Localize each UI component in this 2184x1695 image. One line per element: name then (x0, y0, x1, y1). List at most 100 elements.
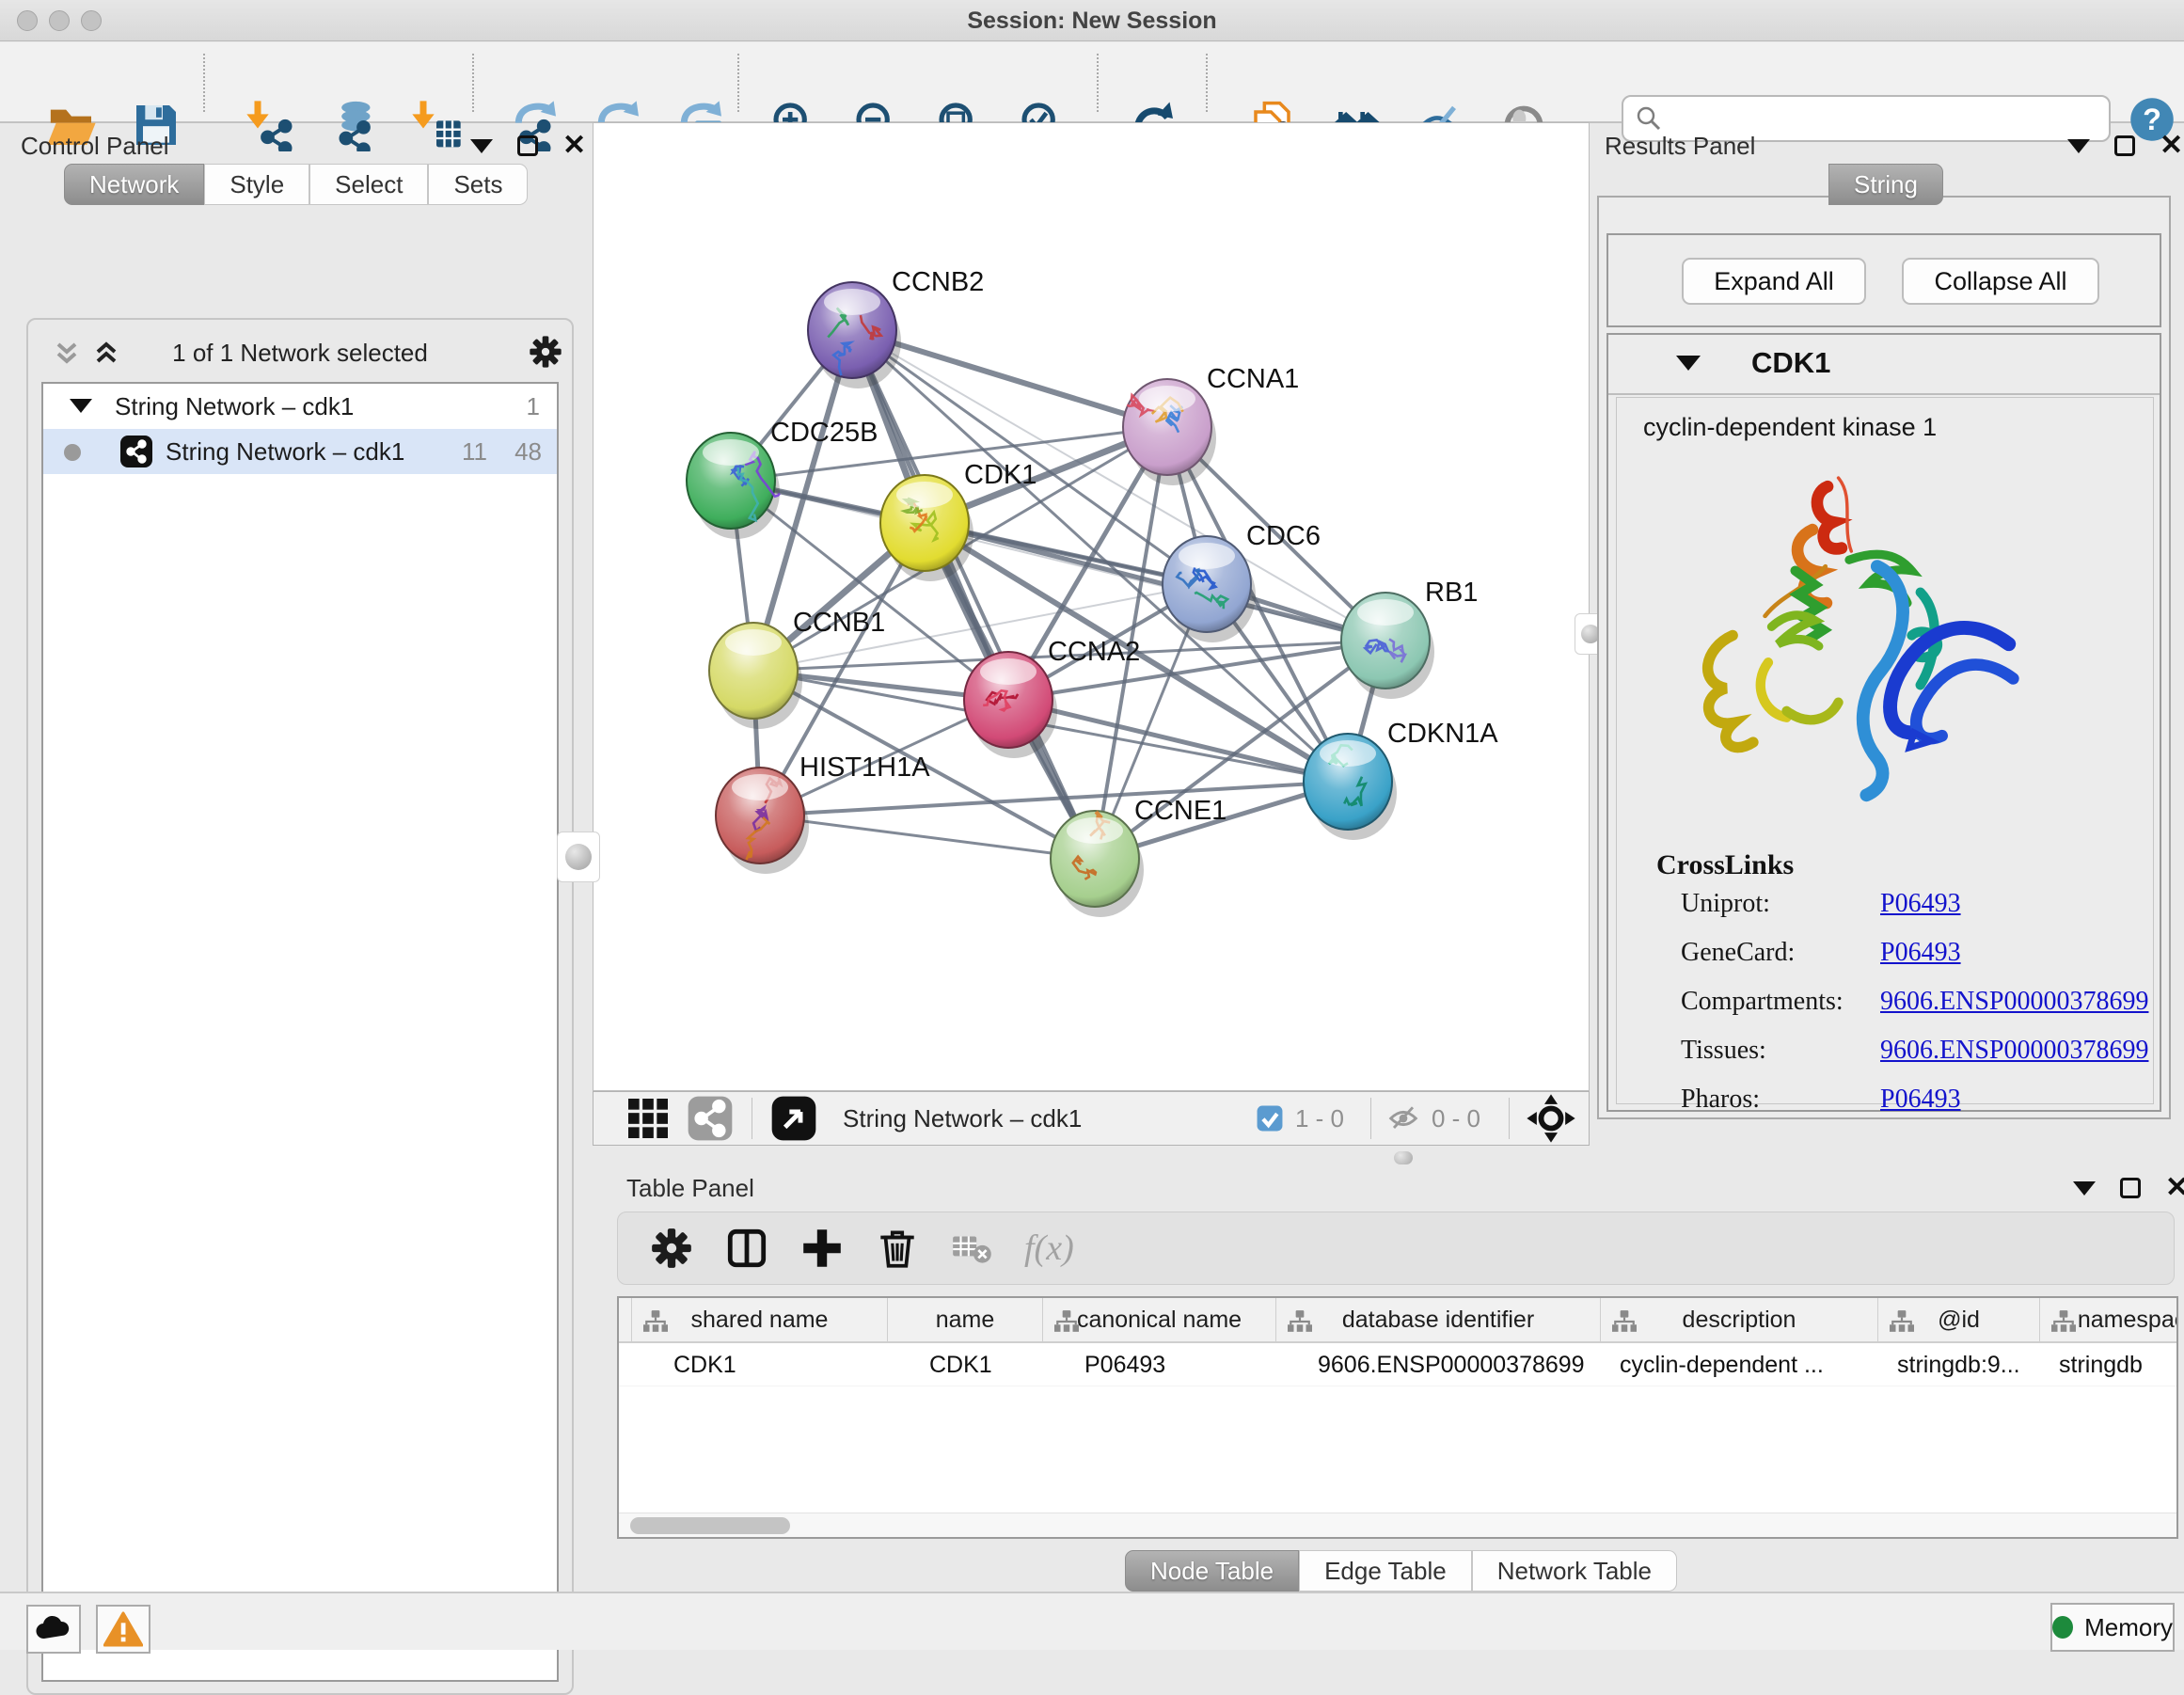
toolbar-separator (203, 54, 205, 112)
toolbar-separator (1097, 54, 1099, 112)
protein-structure-image (1666, 458, 2033, 834)
expand-all-button[interactable]: Expand All (1682, 258, 1866, 305)
result-entry-header[interactable]: CDK1 (1608, 335, 2160, 395)
network-canvas[interactable]: CCNB2CCNA1CDC25BCDK1CDC6RB1CCNB1CCNA2CDK… (593, 122, 1590, 1091)
panel-menu-icon[interactable] (2067, 139, 2090, 153)
tree-expand-icon[interactable] (70, 399, 92, 413)
string-view-icon[interactable] (682, 1090, 738, 1147)
edge-count: 48 (514, 437, 542, 467)
function-builder-button[interactable]: f(x) (1024, 1228, 1074, 1269)
network-node-CCNE1[interactable]: CCNE1 (1051, 796, 1227, 917)
tab-style[interactable]: Style (204, 164, 309, 205)
column-header-name[interactable]: name (888, 1298, 1043, 1341)
selected-checkbox-icon[interactable] (1254, 1102, 1286, 1134)
network-edge-HIST1H1A-CCNE1[interactable] (760, 816, 1095, 859)
column-header-label: description (1683, 1307, 1796, 1334)
crosslink-link[interactable]: 9606.ENSP00000378699 (1880, 1036, 2148, 1066)
entry-description: cyclin-dependent kinase 1 (1643, 413, 1937, 442)
tab-select[interactable]: Select (309, 164, 428, 205)
column-header-label: shared name (691, 1307, 829, 1334)
column-header-namespace[interactable]: namespace (2040, 1298, 2178, 1341)
panel-close-icon[interactable]: ✕ (2160, 135, 2183, 156)
node-label-RB1: RB1 (1425, 578, 1478, 608)
birdseye-view-icon[interactable] (766, 1090, 822, 1147)
collapse-all-button[interactable]: Collapse All (1902, 258, 2099, 305)
footer-separator (1370, 1098, 1371, 1139)
tab-sets[interactable]: Sets (428, 164, 528, 205)
gear-button[interactable] (648, 1225, 695, 1272)
network-node-CCNB1[interactable]: CCNB1 (709, 608, 885, 729)
network-node-CCNA1[interactable]: CCNA1 (1123, 364, 1299, 485)
memory-button[interactable]: Memory (2050, 1603, 2175, 1652)
panel-close-icon[interactable]: ✕ (2165, 1178, 2184, 1198)
tab-node-table[interactable]: Node Table (1125, 1550, 1299, 1592)
network-node-CDK1[interactable]: CDK1 (880, 460, 1037, 581)
table-cell: CDK1 (888, 1343, 1043, 1386)
cloud-status-button[interactable] (26, 1605, 81, 1654)
warning-status-button[interactable] (96, 1605, 150, 1654)
table-row[interactable]: CDK1CDK1P064939606.ENSP00000378699cyclin… (619, 1343, 2176, 1386)
network-node-CDC6[interactable]: CDC6 (1163, 521, 1321, 642)
table-cell: P06493 (1043, 1343, 1276, 1386)
tab-string[interactable]: String (1828, 164, 1943, 205)
list-attribute-icon (2051, 1309, 2076, 1334)
table-panel-title: Table Panel (626, 1174, 754, 1203)
network-node-RB1[interactable]: RB1 (1341, 578, 1478, 699)
tab-network-table[interactable]: Network Table (1472, 1550, 1677, 1592)
add-column-button[interactable] (799, 1225, 846, 1272)
results-panel-body: Expand All Collapse All CDK1 cyclin-depe… (1597, 196, 2171, 1119)
crosslink-link[interactable]: P06493 (1880, 1085, 1961, 1115)
columns-icon (723, 1225, 770, 1272)
trash-icon (874, 1225, 921, 1272)
horizontal-splitter-handle[interactable] (1394, 1151, 1413, 1164)
left-splitter-handle[interactable] (557, 832, 600, 882)
panel-menu-icon[interactable] (470, 139, 493, 153)
column-header--id[interactable]: @id (1878, 1298, 2040, 1341)
network-row-selected[interactable]: String Network – cdk1 11 48 (43, 429, 557, 474)
delete-table-button[interactable] (949, 1225, 996, 1272)
table-corner-cell (619, 1298, 632, 1341)
panel-close-icon[interactable]: ✕ (562, 135, 586, 156)
crosslink-label: Tissues: (1681, 1036, 1766, 1065)
columns-button[interactable] (723, 1225, 770, 1272)
result-entry-cdk1: CDK1 cyclin-dependent kinase 1 (1606, 333, 2161, 1112)
crosslink-link[interactable]: 9606.ENSP00000378699 (1880, 987, 2148, 1017)
column-header-label: @id (1938, 1307, 1980, 1334)
cloud-icon (34, 1614, 73, 1644)
column-header-database-identifier[interactable]: database identifier (1276, 1298, 1601, 1341)
panel-float-icon[interactable] (2114, 135, 2135, 156)
network-node-CDKN1A[interactable]: CDKN1A (1304, 719, 1498, 840)
entry-collapse-icon[interactable] (1676, 356, 1701, 371)
tab-edge-table[interactable]: Edge Table (1299, 1550, 1472, 1592)
list-attribute-icon (643, 1309, 668, 1334)
node-label-CDC6: CDC6 (1246, 521, 1321, 551)
warning-icon (103, 1611, 143, 1647)
hidden-eye-icon[interactable] (1385, 1100, 1422, 1137)
main-toolbar: ? (0, 42, 2184, 123)
table-horizontal-scrollbar[interactable] (619, 1513, 2176, 1537)
node-label-CDKN1A: CDKN1A (1387, 719, 1498, 749)
network-collection-row[interactable]: String Network – cdk1 1 (43, 384, 557, 429)
node-label-CCNA1: CCNA1 (1207, 364, 1299, 394)
column-header-description[interactable]: description (1601, 1298, 1878, 1341)
crosslink-link[interactable]: P06493 (1880, 938, 1961, 968)
toolbar-separator (737, 54, 739, 112)
panel-menu-icon[interactable] (2073, 1181, 2096, 1196)
trash-button[interactable] (874, 1225, 921, 1272)
tab-network[interactable]: Network (64, 164, 204, 205)
panel-float-icon[interactable] (517, 135, 538, 156)
panel-float-icon[interactable] (2120, 1178, 2141, 1198)
network-options-gear-icon[interactable] (527, 333, 564, 375)
node-table: shared name name canonical name database … (617, 1296, 2178, 1539)
crosslink-label: GeneCard: (1681, 938, 1795, 967)
node-label-CDC25B: CDC25B (770, 418, 878, 448)
table-toolbar: f(x) (617, 1212, 2175, 1285)
column-header-canonical-name[interactable]: canonical name (1043, 1298, 1276, 1341)
crosslink-label: Compartments: (1681, 987, 1844, 1016)
grid-view-icon[interactable] (620, 1090, 676, 1147)
crosshair-icon[interactable] (1523, 1090, 1579, 1147)
column-header-shared-name[interactable]: shared name (632, 1298, 888, 1341)
crosslink-link[interactable]: P06493 (1880, 889, 1961, 919)
node-label-CCNA2: CCNA2 (1048, 637, 1140, 667)
scrollbar-thumb[interactable] (630, 1517, 790, 1534)
